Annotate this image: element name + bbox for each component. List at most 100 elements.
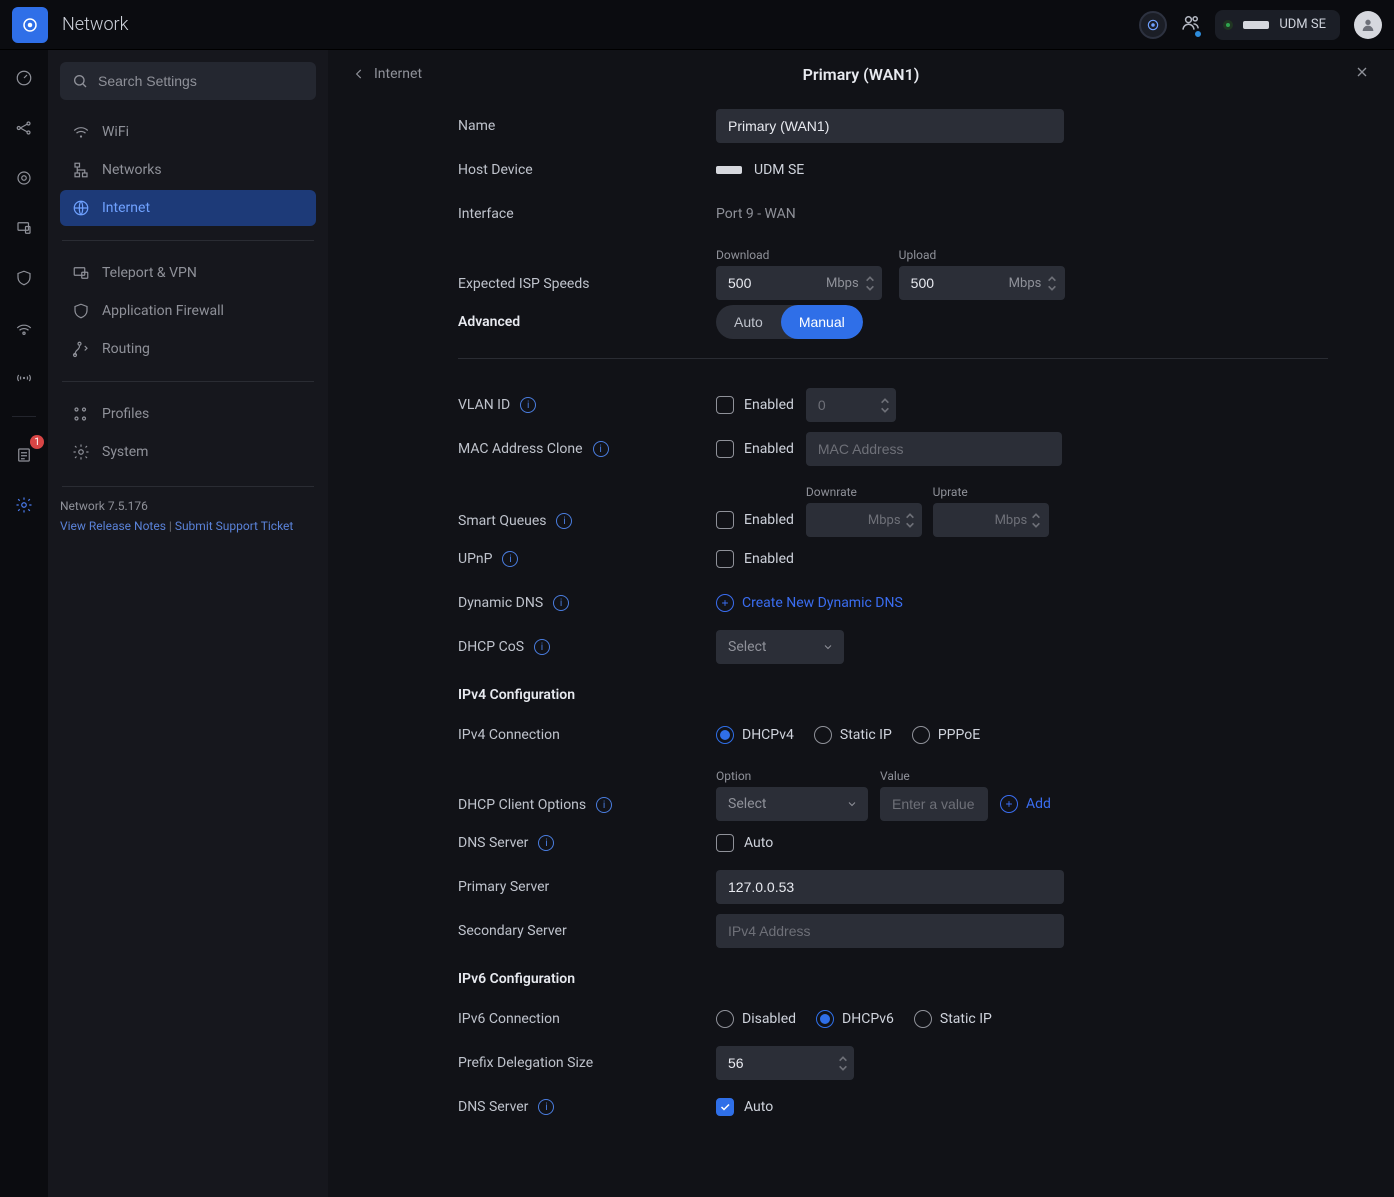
label-prefix: Prefix Delegation Size bbox=[458, 1055, 716, 1071]
ipv6-disabled-radio[interactable]: Disabled bbox=[716, 1010, 796, 1028]
chevron-up-icon bbox=[838, 1055, 848, 1063]
cos-select[interactable]: Select bbox=[716, 630, 844, 664]
info-icon[interactable]: i bbox=[553, 595, 569, 611]
dns-auto-v6-checkbox[interactable]: Auto bbox=[716, 1098, 773, 1116]
back-button[interactable]: Internet bbox=[352, 66, 422, 82]
ipv6-static-radio[interactable]: Static IP bbox=[914, 1010, 992, 1028]
stepper-vlan bbox=[880, 392, 890, 418]
info-icon[interactable]: i bbox=[534, 639, 550, 655]
info-icon[interactable]: i bbox=[538, 1099, 554, 1115]
stepper-uprate bbox=[1031, 507, 1041, 533]
globe-icon bbox=[72, 199, 90, 217]
name-input[interactable] bbox=[716, 109, 1064, 143]
device-name: UDM SE bbox=[1279, 17, 1326, 32]
chevron-down-icon bbox=[1031, 521, 1041, 529]
stepper-download[interactable] bbox=[865, 270, 875, 296]
sidebar-item-routing[interactable]: Routing bbox=[60, 331, 316, 367]
sidebar-item-label: Routing bbox=[102, 341, 150, 357]
sidebar-item-wifi[interactable]: WiFi bbox=[60, 114, 316, 150]
close-button[interactable] bbox=[1354, 64, 1370, 84]
dns-auto-checkbox[interactable]: Auto bbox=[716, 834, 773, 852]
label-dns-v6: DNS Serveri bbox=[458, 1099, 716, 1115]
ddns-create-link[interactable]: Create New Dynamic DNS bbox=[716, 594, 903, 612]
advanced-auto-button[interactable]: Auto bbox=[716, 305, 781, 339]
device-selector[interactable]: UDM SE bbox=[1215, 10, 1340, 40]
vlan-enabled-checkbox[interactable]: Enabled bbox=[716, 396, 794, 414]
primary-server-input[interactable] bbox=[716, 870, 1064, 904]
upload-input[interactable] bbox=[899, 266, 1065, 300]
support-link[interactable]: Submit Support Ticket bbox=[175, 519, 294, 533]
value-input[interactable] bbox=[880, 787, 988, 821]
info-icon[interactable]: i bbox=[520, 397, 536, 413]
label-uprate: Uprate bbox=[933, 485, 1048, 499]
rail-dashboard-icon[interactable] bbox=[10, 64, 38, 92]
version-text: Network 7.5.176 bbox=[60, 499, 316, 513]
sidebar-item-firewall[interactable]: Application Firewall bbox=[60, 293, 316, 329]
chevron-down-icon bbox=[838, 1064, 848, 1072]
stepper-upload[interactable] bbox=[1047, 270, 1057, 296]
release-notes-link[interactable]: View Release Notes bbox=[60, 519, 166, 533]
route-icon bbox=[72, 340, 90, 358]
rail-events-icon[interactable]: 1 bbox=[10, 441, 38, 469]
check-icon bbox=[719, 443, 731, 455]
wifi-icon bbox=[72, 123, 90, 141]
label-speed: Expected ISP Speeds bbox=[458, 276, 716, 300]
sidebar-item-vpn[interactable]: Teleport & VPN bbox=[60, 255, 316, 291]
advanced-manual-button[interactable]: Manual bbox=[781, 305, 863, 339]
search-field[interactable] bbox=[98, 73, 304, 89]
network-logo-icon[interactable] bbox=[1139, 11, 1167, 39]
label-value: Value bbox=[880, 769, 988, 783]
label-ipv4-connection: IPv4 Connection bbox=[458, 727, 716, 743]
user-avatar[interactable] bbox=[1354, 11, 1382, 39]
rail-radio-icon[interactable] bbox=[10, 364, 38, 392]
info-icon[interactable]: i bbox=[593, 441, 609, 457]
left-rail: 1 bbox=[0, 50, 48, 1197]
option-select[interactable]: Select bbox=[716, 787, 868, 821]
info-icon[interactable]: i bbox=[538, 835, 554, 851]
label-name: Name bbox=[458, 118, 716, 134]
rail-settings-icon[interactable] bbox=[10, 491, 38, 519]
ipv4-dhcpv4-radio[interactable]: DHCPv4 bbox=[716, 726, 794, 744]
info-icon[interactable]: i bbox=[502, 551, 518, 567]
sq-enabled-checkbox[interactable]: Enabled bbox=[716, 511, 794, 529]
label-primary-server: Primary Server bbox=[458, 879, 716, 895]
info-icon[interactable]: i bbox=[556, 513, 572, 529]
rail-topology-icon[interactable] bbox=[10, 114, 38, 142]
search-input[interactable] bbox=[60, 62, 316, 100]
ipv4-pppoe-radio[interactable]: PPPoE bbox=[912, 726, 980, 744]
ipv4-static-radio[interactable]: Static IP bbox=[814, 726, 892, 744]
label-upload: Upload bbox=[899, 248, 1064, 262]
info-icon[interactable]: i bbox=[596, 797, 612, 813]
add-option-button[interactable]: Add bbox=[1000, 795, 1051, 813]
stepper-prefix[interactable] bbox=[838, 1050, 848, 1076]
rail-wifi-ai-icon[interactable] bbox=[10, 314, 38, 342]
rail-security-icon[interactable] bbox=[10, 264, 38, 292]
advanced-toggle: Auto Manual bbox=[716, 305, 863, 339]
sidebar-item-label: System bbox=[102, 444, 148, 460]
ipv6-dhcpv6-radio[interactable]: DHCPv6 bbox=[816, 1010, 894, 1028]
sidebar-item-label: WiFi bbox=[102, 124, 129, 140]
label-ipv6-connection: IPv6 Connection bbox=[458, 1011, 716, 1027]
upnp-enabled-checkbox[interactable]: Enabled bbox=[716, 550, 794, 568]
clients-icon[interactable] bbox=[1181, 13, 1201, 37]
download-input[interactable] bbox=[716, 266, 882, 300]
label-vlan: VLAN IDi bbox=[458, 397, 716, 413]
sidebar-item-profiles[interactable]: Profiles bbox=[60, 396, 316, 432]
profiles-icon bbox=[72, 405, 90, 423]
secondary-server-input[interactable] bbox=[716, 914, 1064, 948]
unifi-logo[interactable] bbox=[12, 7, 48, 43]
check-icon bbox=[719, 553, 731, 565]
rail-clients-icon[interactable] bbox=[10, 214, 38, 242]
label-upnp: UPnPi bbox=[458, 551, 716, 567]
sidebar-item-system[interactable]: System bbox=[60, 434, 316, 470]
label-interface: Interface bbox=[458, 206, 716, 222]
mac-enabled-checkbox[interactable]: Enabled bbox=[716, 440, 794, 458]
main-header: Internet Primary (WAN1) bbox=[328, 50, 1394, 98]
chevron-up-icon bbox=[880, 397, 890, 405]
prefix-input[interactable] bbox=[716, 1046, 854, 1080]
sidebar-item-networks[interactable]: Networks bbox=[60, 152, 316, 188]
sidebar-item-internet[interactable]: Internet bbox=[60, 190, 316, 226]
label-option: Option bbox=[716, 769, 868, 783]
rail-devices-icon[interactable] bbox=[10, 164, 38, 192]
label-mac: MAC Address Clonei bbox=[458, 441, 716, 457]
